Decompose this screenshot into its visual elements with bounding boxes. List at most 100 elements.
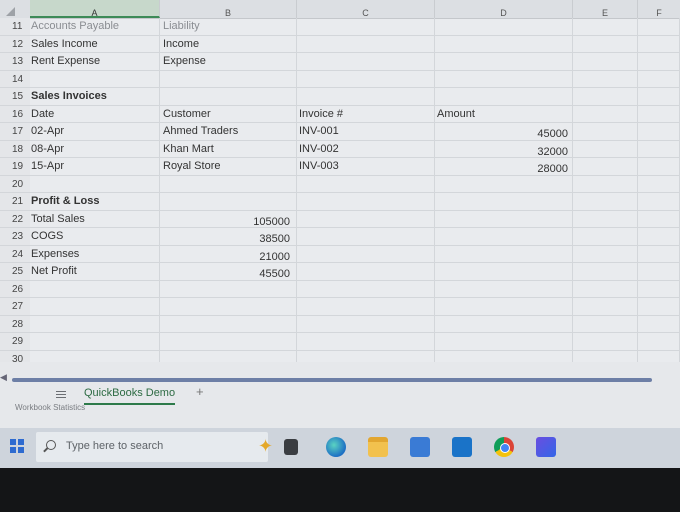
row-number[interactable]: 25	[0, 263, 30, 280]
select-all-button[interactable]	[0, 0, 31, 18]
cell-b[interactable]: Ahmed Traders	[160, 123, 297, 140]
cell-a[interactable]	[30, 298, 160, 315]
cell-c[interactable]	[297, 263, 435, 280]
cell-a[interactable]: Profit & Loss	[30, 193, 160, 210]
cell-d[interactable]	[435, 333, 573, 350]
cell-a[interactable]: 08-Apr	[30, 140, 160, 157]
workbook-statistics-status[interactable]: Workbook Statistics	[15, 403, 85, 412]
cell-a[interactable]: 15-Apr	[30, 158, 160, 175]
cell-c[interactable]	[297, 35, 435, 52]
store-icon[interactable]	[410, 437, 430, 457]
cell-b[interactable]: 45500	[160, 263, 297, 280]
row-number[interactable]: 29	[0, 333, 30, 350]
cell-f[interactable]	[638, 228, 680, 245]
cell-d[interactable]	[435, 53, 573, 70]
cell-c[interactable]	[297, 280, 435, 297]
cell-f[interactable]	[638, 123, 680, 140]
sheet-tab-quickbooks-demo[interactable]: QuickBooks Demo	[84, 387, 176, 405]
cell-e[interactable]	[573, 315, 638, 332]
row-number[interactable]: 14	[0, 70, 30, 87]
taskbar-search-box[interactable]: Type here to search ✦	[36, 432, 273, 462]
cell-e[interactable]	[573, 70, 638, 87]
cell-a[interactable]: Total Sales	[30, 210, 160, 227]
cell-d[interactable]	[435, 18, 573, 35]
cell-f[interactable]	[638, 298, 680, 315]
cell-b[interactable]: Income	[160, 35, 297, 52]
cell-d[interactable]	[435, 35, 573, 52]
row-number[interactable]: 13	[0, 53, 30, 70]
cell-e[interactable]	[573, 193, 638, 210]
cell-f[interactable]	[638, 245, 680, 262]
news-icon[interactable]	[536, 437, 556, 457]
cell-a[interactable]: Sales Income	[30, 35, 160, 52]
cell-e[interactable]	[573, 88, 638, 105]
cell-e[interactable]	[573, 175, 638, 192]
cell-a[interactable]: Rent Expense	[30, 53, 160, 70]
cell-e[interactable]	[573, 333, 638, 350]
cell-a[interactable]: Accounts Payable	[30, 18, 160, 35]
cell-d[interactable]	[435, 228, 573, 245]
cell-c[interactable]	[297, 88, 435, 105]
row-number[interactable]: 19	[0, 158, 30, 175]
cell-c[interactable]	[297, 315, 435, 332]
row-number[interactable]: 26	[0, 280, 30, 297]
cell-c[interactable]	[297, 245, 435, 262]
cell-d[interactable]: 45000	[435, 123, 573, 140]
column-header-e[interactable]: E	[573, 0, 638, 18]
cell-b[interactable]: Expense	[160, 53, 297, 70]
cell-b[interactable]: 105000	[160, 210, 297, 228]
row-number[interactable]: 23	[0, 228, 30, 245]
cell-c[interactable]	[297, 333, 435, 350]
cell-e[interactable]	[573, 280, 638, 297]
cell-e[interactable]	[573, 298, 638, 315]
cell-b[interactable]	[160, 315, 297, 332]
row-number[interactable]: 24	[0, 245, 30, 262]
cell-e[interactable]	[573, 210, 638, 227]
windows-start-icon[interactable]	[10, 439, 24, 453]
row-number[interactable]: 22	[0, 210, 30, 227]
cell-e[interactable]	[573, 158, 638, 175]
column-header-b[interactable]: B	[160, 0, 297, 18]
cell-a[interactable]	[30, 333, 160, 350]
task-view-icon[interactable]	[284, 439, 298, 455]
file-explorer-icon[interactable]	[368, 437, 388, 457]
cell-e[interactable]	[573, 140, 638, 157]
cell-c[interactable]	[297, 175, 435, 192]
column-header-a[interactable]: A	[30, 0, 160, 18]
search-highlight-sparkle-icon[interactable]: ✦	[258, 436, 273, 457]
cell-c[interactable]	[297, 210, 435, 227]
cell-f[interactable]	[638, 210, 680, 227]
cell-a[interactable]: Expenses	[30, 245, 160, 262]
cell-f[interactable]	[638, 53, 680, 70]
row-number[interactable]: 12	[0, 35, 30, 52]
cell-d[interactable]: Amount	[435, 105, 573, 122]
cell-c[interactable]: INV-003	[297, 158, 435, 175]
row-number[interactable]: 16	[0, 105, 30, 122]
cell-c[interactable]	[297, 228, 435, 245]
cell-f[interactable]	[638, 263, 680, 280]
cell-b[interactable]: Liability	[160, 18, 297, 35]
column-header-c[interactable]: C	[297, 0, 435, 18]
add-sheet-button[interactable]: +	[196, 384, 204, 399]
row-number[interactable]: 20	[0, 175, 30, 192]
cell-e[interactable]	[573, 53, 638, 70]
horizontal-scrollbar[interactable]	[12, 378, 652, 382]
cell-e[interactable]	[573, 263, 638, 280]
chrome-icon[interactable]	[494, 437, 514, 457]
cell-c[interactable]	[297, 53, 435, 70]
cell-c[interactable]	[297, 18, 435, 35]
cell-f[interactable]	[638, 105, 680, 122]
scroll-left-icon[interactable]: ◀	[0, 372, 7, 383]
cell-f[interactable]	[638, 158, 680, 175]
row-number[interactable]: 15	[0, 88, 30, 105]
row-number[interactable]: 17	[0, 123, 30, 140]
row-number[interactable]: 11	[0, 18, 30, 35]
cell-f[interactable]	[638, 333, 680, 350]
cell-a[interactable]: 02-Apr	[30, 123, 160, 140]
row-number[interactable]: 18	[0, 140, 30, 157]
cell-b[interactable]	[160, 70, 297, 87]
cell-d[interactable]	[435, 315, 573, 332]
cell-f[interactable]	[638, 315, 680, 332]
cell-c[interactable]: INV-001	[297, 123, 435, 140]
cell-b[interactable]: Customer	[160, 105, 297, 122]
